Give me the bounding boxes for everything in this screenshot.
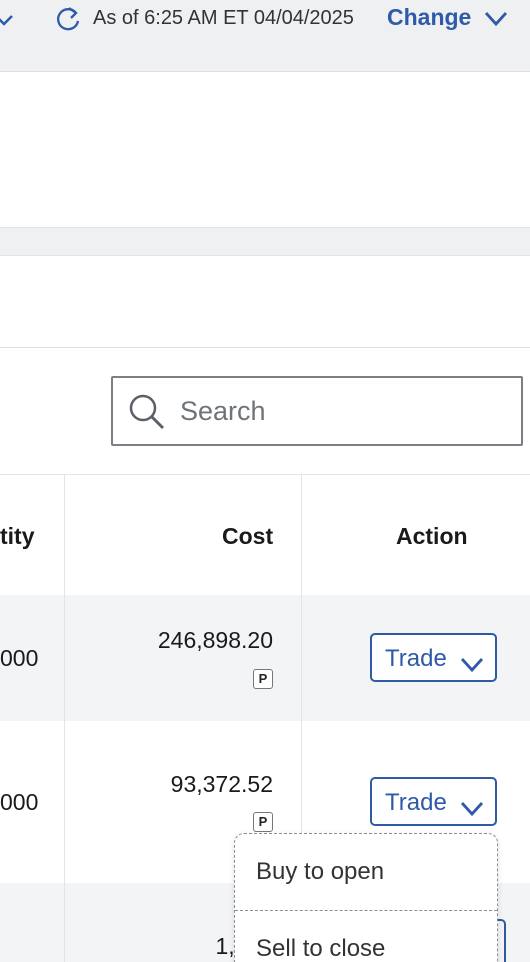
p-badge: P (253, 669, 273, 689)
trade-button-label: Trade (385, 645, 447, 672)
as-of-timestamp: As of 6:25 AM ET 04/04/2025 (93, 7, 354, 29)
column-header-action: Action (396, 523, 468, 549)
menu-item-sell-to-close[interactable]: Sell to close (235, 911, 497, 962)
positions-page: As of 6:25 AM ET 04/04/2025 Change tity … (0, 0, 530, 962)
trade-button-label: Trade (385, 789, 447, 816)
cost-cell: 93,372.52 (170, 771, 273, 797)
menu-item-label: Sell to close (256, 935, 386, 962)
trade-dropdown-menu: Buy to open Sell to close (234, 833, 498, 962)
chevron-down-icon[interactable] (0, 10, 14, 35)
column-divider (301, 595, 302, 721)
table-row: 000 246,898.20 P Trade (0, 595, 530, 721)
chevron-down-icon (460, 652, 484, 680)
menu-item-buy-to-open[interactable]: Buy to open (235, 834, 497, 910)
column-header-cost[interactable]: Cost (222, 523, 273, 550)
search-icon (127, 392, 167, 437)
search-input[interactable] (180, 390, 510, 432)
quantity-cell: 000 (0, 789, 39, 815)
column-divider (64, 883, 65, 962)
p-badge: P (253, 812, 273, 832)
chevron-down-icon (460, 796, 484, 824)
summary-panel (0, 72, 530, 228)
section-divider (0, 227, 530, 256)
chevron-down-icon[interactable] (484, 10, 508, 33)
trade-button[interactable]: Trade (370, 777, 497, 826)
column-divider (64, 595, 65, 721)
status-bar: As of 6:25 AM ET 04/04/2025 Change (0, 0, 530, 72)
change-button[interactable]: Change (387, 4, 471, 31)
column-header-quantity[interactable]: tity (0, 523, 35, 550)
quantity-cell: 000 (0, 645, 39, 671)
cost-cell: 246,898.20 (157, 627, 273, 653)
menu-item-label: Buy to open (256, 858, 385, 885)
filter-panel (0, 256, 530, 348)
refresh-icon[interactable] (54, 5, 82, 38)
trade-button[interactable]: Trade (370, 633, 497, 682)
search-box[interactable] (111, 376, 523, 446)
